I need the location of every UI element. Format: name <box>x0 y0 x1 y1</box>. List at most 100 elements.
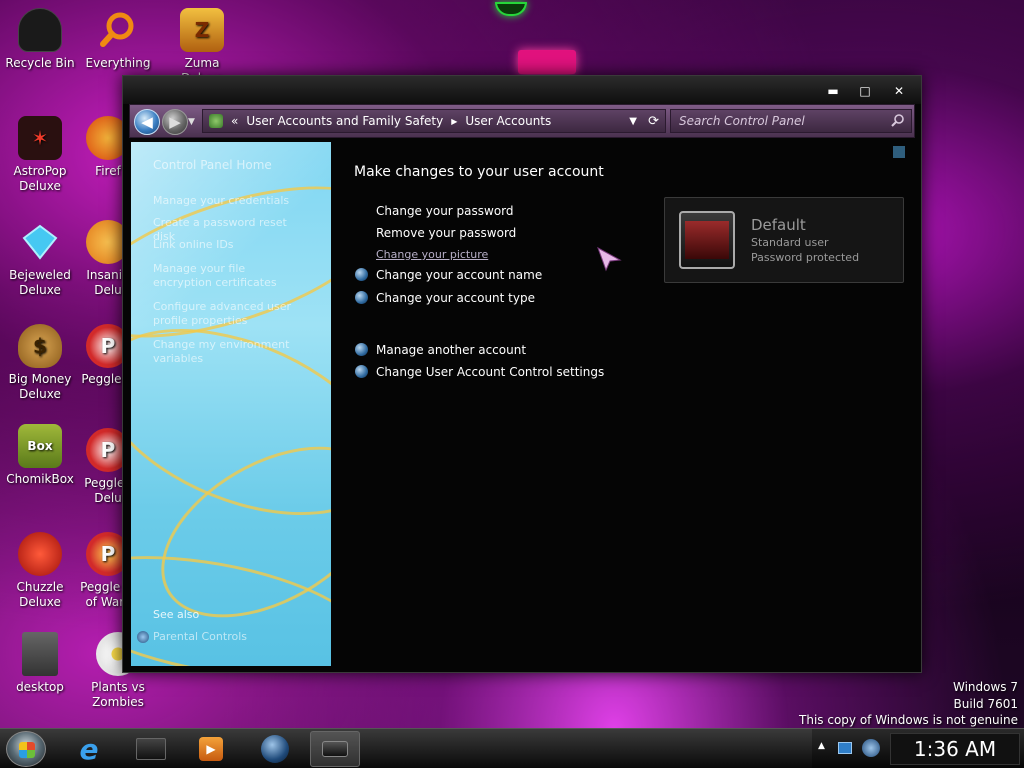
action-center-icon[interactable] <box>838 742 852 754</box>
folder-icon <box>136 738 166 760</box>
breadcrumb-parent[interactable]: User Accounts and Family Safety <box>246 114 443 128</box>
start-button[interactable] <box>6 731 46 767</box>
taskbar-network[interactable] <box>250 731 300 767</box>
desktop-icon-astropop[interactable]: ✶ AstroPop Deluxe <box>0 116 80 194</box>
shield-icon <box>355 291 368 304</box>
change-account-type-link[interactable]: Change your account type <box>355 291 535 305</box>
user-accounts-icon <box>209 114 223 128</box>
watermark-build: Build 7601 <box>953 697 1018 711</box>
desktop-icon-everything[interactable]: Everything <box>78 8 158 71</box>
arrow-left-icon: ◀ <box>141 113 153 131</box>
search-placeholder: Search Control Panel <box>679 114 805 128</box>
recent-pages-dropdown[interactable]: ▼ <box>188 117 195 127</box>
change-password-link[interactable]: Change your password <box>376 204 514 218</box>
neon-sign <box>518 50 576 74</box>
desktop-icon-label: desktop <box>16 680 64 694</box>
shield-icon <box>355 343 368 356</box>
see-also-heading: See also <box>153 608 200 621</box>
taskbar-control-panel-active[interactable] <box>310 731 360 767</box>
minimize-button[interactable]: ▬ <box>819 82 847 100</box>
remove-password-link[interactable]: Remove your password <box>376 226 516 240</box>
shield-icon <box>355 268 368 281</box>
task-label: Change your account type <box>376 291 535 305</box>
taskbar-explorer[interactable] <box>126 731 176 767</box>
shield-icon <box>355 365 368 378</box>
neon-decor <box>495 2 527 16</box>
watermark-version: Windows 7 <box>952 680 1018 694</box>
back-button[interactable]: ◀ <box>134 109 160 135</box>
globe-icon <box>261 735 289 763</box>
desktop-icon-bejeweled[interactable]: Bejeweled Deluxe <box>0 220 80 298</box>
desktop-icon-desktop[interactable]: desktop <box>0 632 80 695</box>
task-label: Change User Account Control settings <box>376 365 605 379</box>
file-icon <box>22 632 58 676</box>
search-icon[interactable] <box>891 113 905 130</box>
file-encryption-link[interactable]: Manage your file encryption certificates <box>153 262 303 290</box>
uac-settings-link[interactable]: Change User Account Control settings <box>355 365 605 379</box>
gem-icon <box>18 220 62 264</box>
show-hidden-icons-icon[interactable]: ▲ <box>818 741 825 751</box>
taskbar-clock[interactable]: 1:36 AM <box>890 733 1020 765</box>
parental-controls-link[interactable]: Parental Controls <box>137 630 247 644</box>
manage-credentials-link[interactable]: Manage your credentials <box>153 194 303 208</box>
chomikbox-icon: Box <box>18 424 62 468</box>
title-bar[interactable]: ▬ □ ✕ <box>123 76 921 104</box>
refresh-icon[interactable]: ⟳ <box>648 114 659 129</box>
control-panel-icon <box>322 741 348 757</box>
environment-variables-link[interactable]: Change my environment variables <box>153 338 303 366</box>
breadcrumb-separator[interactable]: ▶ <box>451 117 457 126</box>
parental-controls-label: Parental Controls <box>153 630 247 643</box>
desktop-icon-label: Chuzzle Deluxe <box>16 580 64 609</box>
desktop-icon-label: Plants vs Zombies <box>91 680 145 709</box>
link-online-ids-link[interactable]: Link online IDs <box>153 238 303 252</box>
windows-logo-icon <box>19 742 35 758</box>
change-account-name-link[interactable]: Change your account name <box>355 268 542 282</box>
taskbar-media-player[interactable]: ▶ <box>186 731 236 767</box>
desktop-icon-label: Bejeweled Deluxe <box>9 268 71 297</box>
address-bar[interactable]: « User Accounts and Family Safety ▶ User… <box>202 109 666 133</box>
search-input[interactable]: Search Control Panel <box>670 109 912 133</box>
breadcrumb-prefix[interactable]: « <box>231 114 238 128</box>
taskbar-internet-explorer[interactable]: e <box>64 731 114 767</box>
magnifier-icon <box>96 8 140 52</box>
watermark-genuine: This copy of Windows is not genuine <box>799 713 1018 727</box>
network-tray-icon[interactable] <box>862 739 880 757</box>
internet-explorer-icon: e <box>79 732 99 766</box>
maximize-button[interactable]: □ <box>851 82 879 100</box>
account-card: Default Standard user Password protected <box>664 197 904 283</box>
mouse-cursor <box>596 246 622 275</box>
desktop-icon-label: AstroPop Deluxe <box>13 164 67 193</box>
help-icon[interactable] <box>893 146 905 158</box>
money-bag-icon: $ <box>18 324 62 368</box>
taskbar: e ▶ ▲ 1:36 AM <box>0 728 1024 768</box>
desktop-icon-label: Firef <box>95 164 121 178</box>
recycle-bin-icon <box>18 8 62 52</box>
desktop-icon-recycle-bin[interactable]: Recycle Bin <box>0 8 80 71</box>
chuzzle-icon <box>18 532 62 576</box>
account-name: Default <box>751 216 806 234</box>
desktop-icon-chomikbox[interactable]: Box ChomikBox <box>0 424 80 487</box>
control-panel-home-link[interactable]: Control Panel Home <box>153 158 272 172</box>
account-picture[interactable] <box>679 211 735 269</box>
forward-button[interactable]: ▶ <box>162 109 188 135</box>
change-picture-link[interactable]: Change your picture <box>376 248 488 261</box>
desktop-icon-big-money[interactable]: $ Big Money Deluxe <box>0 324 80 402</box>
account-status: Password protected <box>751 251 860 264</box>
address-dropdown-icon[interactable]: ▼ <box>629 116 637 127</box>
breadcrumb-current[interactable]: User Accounts <box>465 114 551 128</box>
account-type: Standard user <box>751 236 829 249</box>
media-player-icon: ▶ <box>199 737 223 761</box>
task-label: Manage another account <box>376 343 527 357</box>
advanced-profile-link[interactable]: Configure advanced user profile properti… <box>153 300 303 328</box>
left-task-pane: Control Panel Home Manage your credentia… <box>131 142 331 666</box>
zuma-icon: Z <box>180 8 224 52</box>
desktop-icon-label: Big Money Deluxe <box>8 372 72 401</box>
shield-icon <box>137 631 149 643</box>
page-title: Make changes to your user account <box>354 164 604 180</box>
close-button[interactable]: ✕ <box>885 82 913 100</box>
desktop-icon-chuzzle[interactable]: Chuzzle Deluxe <box>0 532 80 610</box>
manage-another-account-link[interactable]: Manage another account <box>355 343 527 357</box>
desktop-icon-label: Everything <box>85 56 151 70</box>
astropop-icon: ✶ <box>18 116 62 160</box>
avatar <box>685 221 729 259</box>
